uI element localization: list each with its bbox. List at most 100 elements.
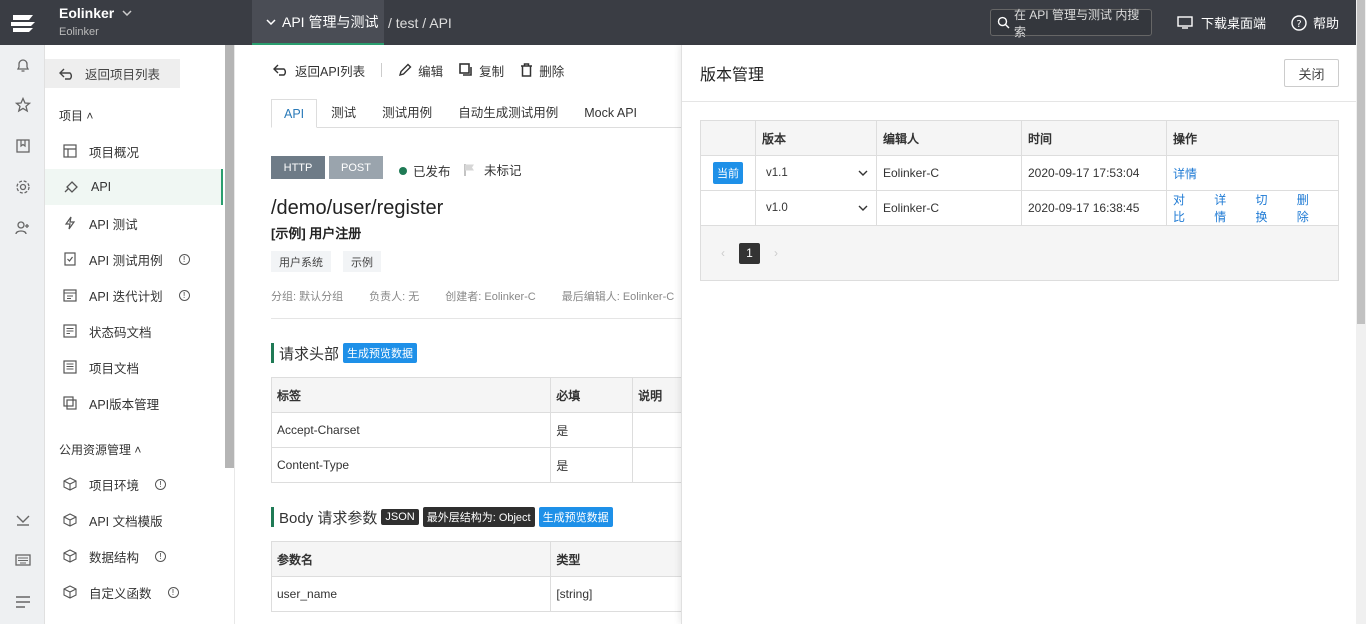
status-dot xyxy=(399,166,407,175)
public-section-toggle[interactable]: 公用资源管理 ˄ xyxy=(59,441,141,458)
bell-icon[interactable] xyxy=(13,55,33,75)
sidebar-item-api-versions[interactable]: API版本管理 xyxy=(45,385,223,421)
table-row: 当前 v1.1 Eolinker-C 2020-09-17 17:53:04 详… xyxy=(701,156,1338,191)
menu-icon[interactable] xyxy=(13,592,33,612)
mark-toggle[interactable]: 未标记 xyxy=(463,160,522,179)
api-toolbar: 返回API列表 编辑 复制 删除 xyxy=(273,59,580,81)
help-label: 帮助 xyxy=(1313,16,1340,31)
tab-api[interactable]: API xyxy=(271,99,318,128)
delete-button[interactable]: 删除 xyxy=(520,61,564,80)
search-icon xyxy=(997,16,1010,29)
project-sidebar: 返回项目列表 项目 ˄ 项目概况 API API 测试 API 测试用例! AP… xyxy=(45,45,235,624)
panel-header: 版本管理 关闭 xyxy=(682,45,1357,102)
prev-page-icon[interactable]: ‹ xyxy=(721,246,725,260)
current-badge: 当前 xyxy=(713,162,743,184)
calendar-icon xyxy=(63,289,77,302)
page-number[interactable]: 1 xyxy=(739,242,760,264)
download-label: 下载桌面端 xyxy=(1201,16,1267,31)
api-meta: 分组: 默认分组 负责人: 无 创建者: Eolinker-C 最后编辑人: E… xyxy=(271,291,675,303)
version-select[interactable]: v1.1 xyxy=(762,167,872,179)
chevron-down-icon xyxy=(266,18,276,25)
tab-auto-test-cases[interactable]: 自动生成测试用例 xyxy=(446,99,570,128)
sidebar-item-overview[interactable]: 项目概况 xyxy=(45,133,223,169)
structure-badge: 最外层结构为: Object xyxy=(422,507,535,527)
tab-mock-api[interactable]: Mock API xyxy=(572,99,649,128)
table-row: Accept-Charset 是 xyxy=(272,413,681,448)
cube-icon xyxy=(63,513,77,527)
delete-link[interactable]: 删除 xyxy=(1297,191,1320,225)
sidebar-item-project-doc[interactable]: 项目文档 xyxy=(45,349,223,385)
table-header-row: 参数名 类型 xyxy=(272,542,681,577)
icon-rail xyxy=(0,45,45,624)
settings-icon[interactable] xyxy=(13,177,33,197)
next-page-icon[interactable]: › xyxy=(774,246,778,260)
workspace-switcher[interactable]: Eolinker Eolinker xyxy=(45,0,252,45)
close-button[interactable]: 关闭 xyxy=(1284,59,1339,87)
scrollbar-thumb[interactable] xyxy=(1357,0,1365,324)
back-to-projects-button[interactable]: 返回项目列表 xyxy=(45,59,180,88)
table-header-row: 版本 编辑人 时间 操作 xyxy=(701,121,1338,156)
workspace-name: Eolinker xyxy=(59,5,115,21)
checklist-icon xyxy=(64,252,76,266)
keyboard-icon[interactable] xyxy=(13,550,33,570)
bolt-icon xyxy=(64,216,76,230)
collapse-down-icon[interactable] xyxy=(13,510,33,530)
star-icon[interactable] xyxy=(13,95,33,115)
info-icon: ! xyxy=(167,586,179,598)
sidebar-item-doc-template[interactable]: API 文档模版 xyxy=(45,502,223,538)
sidebar-item-api-test-cases[interactable]: API 测试用例! xyxy=(45,241,223,277)
top-bar: Eolinker Eolinker API 管理与测试 / test / API… xyxy=(0,0,1356,45)
code-doc-icon xyxy=(63,324,77,338)
pagination: ‹ 1 › xyxy=(701,226,1338,280)
sidebar-scrollbar[interactable] xyxy=(225,45,234,468)
sidebar-item-api[interactable]: API xyxy=(45,169,223,205)
cube-icon xyxy=(63,477,77,491)
table-row: Content-Type 是 xyxy=(272,448,681,483)
copy-icon xyxy=(459,63,472,76)
tab-test-cases[interactable]: 测试用例 xyxy=(370,99,444,128)
edit-button[interactable]: 编辑 xyxy=(398,61,443,80)
chevron-down-icon xyxy=(858,170,868,176)
add-user-icon[interactable] xyxy=(13,218,33,238)
api-tabs: API 测试 测试用例 自动生成测试用例 Mock API xyxy=(271,99,681,128)
search-box[interactable]: 在 API 管理与测试 内搜索 xyxy=(990,8,1152,39)
version-management-panel: 版本管理 关闭 版本 编辑人 时间 操作 当前 v1.1 Eolinker-C … xyxy=(681,45,1357,624)
back-to-api-list-button[interactable]: 返回API列表 xyxy=(273,61,365,80)
switch-link[interactable]: 切换 xyxy=(1256,191,1279,225)
method-badge: POST xyxy=(329,156,383,179)
sidebar-item-api-test[interactable]: API 测试 xyxy=(45,205,223,241)
sidebar-item-status-code-doc[interactable]: 状态码文档 xyxy=(45,313,223,349)
search-placeholder: 在 API 管理与测试 内搜索 xyxy=(1013,7,1140,39)
project-section-toggle[interactable]: 项目 ˄ xyxy=(59,107,93,124)
copy-button[interactable]: 复制 xyxy=(459,61,504,80)
protocol-badge: HTTP xyxy=(271,156,325,179)
sidebar-item-data-structure[interactable]: 数据结构! xyxy=(45,538,223,574)
breadcrumb: / test / API xyxy=(388,14,452,31)
sidebar-item-custom-functions[interactable]: 自定义函数! xyxy=(45,574,223,610)
help-button[interactable]: ? 帮助 xyxy=(1291,0,1339,45)
window-scrollbar[interactable] xyxy=(1356,0,1366,624)
tab-test[interactable]: 测试 xyxy=(319,99,368,128)
json-badge: JSON xyxy=(381,509,419,525)
compare-link[interactable]: 对比 xyxy=(1173,191,1196,225)
version-select[interactable]: v1.0 xyxy=(762,202,872,214)
detail-link[interactable]: 详情 xyxy=(1214,191,1237,225)
download-desktop-button[interactable]: 下载桌面端 xyxy=(1177,0,1266,45)
detail-link[interactable]: 详情 xyxy=(1173,165,1197,182)
plug-icon xyxy=(64,181,78,193)
generate-preview-button[interactable]: 生成预览数据 xyxy=(538,507,613,527)
sidebar-item-api-iteration[interactable]: API 迭代计划! xyxy=(45,277,223,313)
version-table: 版本 编辑人 时间 操作 当前 v1.1 Eolinker-C 2020-09-… xyxy=(700,120,1339,281)
cube-icon xyxy=(63,585,77,599)
flag-icon xyxy=(464,163,474,176)
project-module-tab[interactable]: API 管理与测试 xyxy=(252,0,384,45)
generate-preview-button[interactable]: 生成预览数据 xyxy=(343,343,418,363)
versions-icon xyxy=(63,396,77,410)
book-icon[interactable] xyxy=(13,136,33,156)
help-icon: ? xyxy=(1291,14,1307,31)
body-params-table: 参数名 类型 user_name [string] xyxy=(271,541,681,612)
sidebar-item-env[interactable]: 项目环境! xyxy=(45,466,223,502)
table-row: v1.0 Eolinker-C 2020-09-17 16:38:45 对比 详… xyxy=(701,191,1338,226)
eolinker-logo-icon xyxy=(10,14,35,32)
logo[interactable] xyxy=(0,0,45,45)
